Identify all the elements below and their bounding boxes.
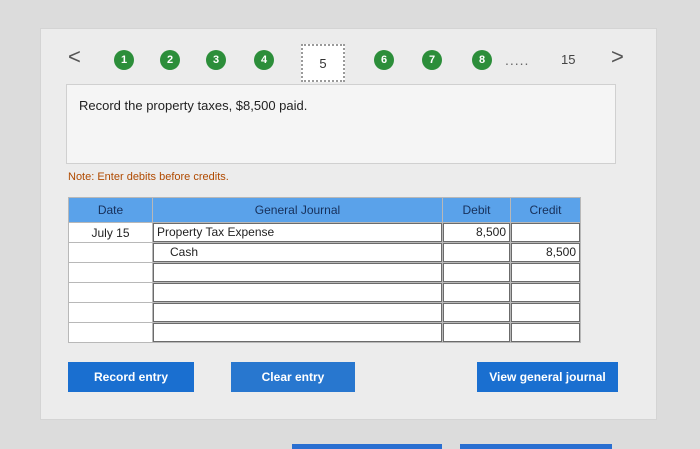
step-7[interactable]: 7: [422, 50, 442, 70]
debit-input[interactable]: [443, 283, 510, 302]
next-arrow-icon[interactable]: >: [611, 44, 624, 70]
date-cell: [68, 262, 153, 283]
general-journal-header: General Journal: [152, 197, 443, 223]
debit-cell: [442, 322, 511, 343]
table-row: Cash 8,500: [68, 242, 581, 263]
debit-cell: 8,500: [442, 222, 511, 243]
debit-header: Debit: [442, 197, 511, 223]
credit-cell: [510, 302, 581, 323]
account-cell: [152, 282, 443, 303]
account-input[interactable]: [153, 263, 442, 282]
table-row: [68, 282, 581, 303]
account-input[interactable]: Property Tax Expense: [153, 223, 442, 242]
credit-input[interactable]: [511, 283, 580, 302]
credit-input[interactable]: [511, 223, 580, 242]
date-cell: [68, 302, 153, 323]
credit-header: Credit: [510, 197, 581, 223]
debit-cell: [442, 302, 511, 323]
account-cell: Property Tax Expense: [152, 222, 443, 243]
credit-input[interactable]: 8,500: [511, 243, 580, 262]
journal-header-row: Date General Journal Debit Credit: [68, 197, 581, 223]
question-box: Record the property taxes, $8,500 paid.: [66, 84, 616, 164]
debit-input[interactable]: [443, 263, 510, 282]
step-8[interactable]: 8: [472, 50, 492, 70]
step-1[interactable]: 1: [114, 50, 134, 70]
steps-ellipsis: .....: [505, 52, 530, 68]
date-cell: [68, 242, 153, 263]
step-4[interactable]: 4: [254, 50, 274, 70]
table-row: July 15 Property Tax Expense 8,500: [68, 222, 581, 243]
account-cell: [152, 262, 443, 283]
date-cell: [68, 282, 153, 303]
step-3[interactable]: 3: [206, 50, 226, 70]
debit-cell: [442, 262, 511, 283]
step-2[interactable]: 2: [160, 50, 180, 70]
account-input[interactable]: [153, 303, 442, 322]
step-5-current[interactable]: 5: [301, 44, 345, 82]
date-header: Date: [68, 197, 153, 223]
debit-cell: [442, 282, 511, 303]
bottom-tab-left[interactable]: [292, 444, 442, 449]
table-row: [68, 322, 581, 343]
account-input[interactable]: Cash: [153, 243, 442, 262]
account-input[interactable]: [153, 283, 442, 302]
record-entry-button[interactable]: Record entry: [68, 362, 194, 392]
table-row: [68, 262, 581, 283]
account-cell: [152, 322, 443, 343]
credit-cell: [510, 282, 581, 303]
credit-input[interactable]: [511, 323, 580, 342]
debit-cell: [442, 242, 511, 263]
view-general-journal-button[interactable]: View general journal: [477, 362, 618, 392]
credit-cell: 8,500: [510, 242, 581, 263]
question-navigator: < 1 2 3 4 5 6 7 8 ..... 15 >: [0, 44, 700, 82]
credit-cell: [510, 322, 581, 343]
debit-input[interactable]: 8,500: [443, 223, 510, 242]
account-input[interactable]: [153, 323, 442, 342]
clear-entry-button[interactable]: Clear entry: [231, 362, 355, 392]
table-row: [68, 302, 581, 323]
credit-cell: [510, 262, 581, 283]
prev-arrow-icon[interactable]: <: [68, 44, 81, 70]
debit-input[interactable]: [443, 303, 510, 322]
account-cell: [152, 302, 443, 323]
debit-input[interactable]: [443, 323, 510, 342]
step-6[interactable]: 6: [374, 50, 394, 70]
credit-input[interactable]: [511, 263, 580, 282]
account-cell: Cash: [152, 242, 443, 263]
credit-input[interactable]: [511, 303, 580, 322]
credit-cell: [510, 222, 581, 243]
debit-input[interactable]: [443, 243, 510, 262]
question-text: Record the property taxes, $8,500 paid.: [79, 98, 308, 113]
general-journal-table: Date General Journal Debit Credit July 1…: [68, 197, 581, 343]
note-text: Note: Enter debits before credits.: [68, 171, 229, 183]
bottom-tab-right[interactable]: [460, 444, 612, 449]
date-cell: [68, 322, 153, 343]
date-cell: July 15: [68, 222, 153, 243]
step-15[interactable]: 15: [561, 52, 575, 67]
